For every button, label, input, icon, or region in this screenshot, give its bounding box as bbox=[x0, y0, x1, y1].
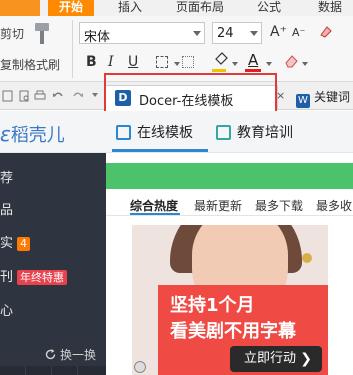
category-banner-bar bbox=[106, 163, 353, 189]
open-file-icon[interactable] bbox=[2, 90, 14, 102]
font-name-value: 宋体 bbox=[84, 30, 111, 45]
print-preview-icon[interactable] bbox=[18, 90, 30, 102]
refresh-label: 换一换 bbox=[60, 348, 97, 362]
sidebar-footer-segment bbox=[52, 366, 78, 375]
chevron-down-icon[interactable] bbox=[174, 62, 180, 66]
sort-tab-popularity[interactable]: 综合热度 bbox=[130, 197, 178, 214]
chevron-down-icon[interactable] bbox=[232, 62, 238, 66]
italic-button[interactable]: I bbox=[108, 54, 114, 70]
format-painter-icon[interactable] bbox=[31, 22, 53, 46]
clear-format-icon[interactable] bbox=[318, 24, 334, 40]
template-icon bbox=[116, 125, 131, 140]
decrease-font-size-button[interactable]: A⁻ bbox=[292, 26, 305, 39]
tab-page-layout[interactable]: 页面布局 bbox=[176, 0, 224, 16]
tab-keyword[interactable]: W 关键词 bbox=[296, 88, 350, 108]
chevron-down-icon bbox=[193, 31, 201, 36]
promo-banner[interactable]: 坚持1个月 看美剧不用字幕 立即行动 ❯ bbox=[132, 225, 328, 375]
app-menu-button[interactable] bbox=[0, 0, 40, 16]
earring-graphic bbox=[302, 253, 312, 263]
sort-tab-downloads[interactable]: 最多下载 bbox=[255, 197, 303, 214]
underline-button[interactable]: U bbox=[128, 54, 138, 70]
promo-badge: 年终特惠 bbox=[17, 270, 68, 285]
print-icon[interactable] bbox=[34, 90, 46, 102]
sidebar-item-boutique[interactable]: 品 bbox=[0, 199, 13, 218]
ribbon-divider bbox=[72, 20, 73, 78]
nav-label: 教育培训 bbox=[237, 125, 293, 141]
act-now-label: 立即行动 bbox=[244, 351, 297, 366]
merge-cells-icon[interactable] bbox=[182, 56, 194, 68]
chevron-down-icon[interactable] bbox=[92, 93, 98, 97]
sidebar-item-periodical[interactable]: 刊年终特惠 bbox=[0, 266, 68, 285]
eraser-icon[interactable] bbox=[284, 53, 300, 69]
sort-tab-latest[interactable]: 最新更新 bbox=[194, 197, 242, 214]
wps-doc-icon: W bbox=[296, 94, 310, 108]
font-size-value: 24 bbox=[217, 26, 234, 41]
sort-divider bbox=[106, 215, 353, 216]
cut-button[interactable]: 剪切 bbox=[0, 25, 24, 42]
sidebar-item-label: 荐 bbox=[0, 171, 14, 186]
tab-data[interactable]: 数据 bbox=[318, 0, 342, 16]
carousel-dot-icon[interactable] bbox=[134, 361, 146, 373]
sidebar-item-label: 刊 bbox=[0, 270, 14, 285]
category-sidebar: 荐 品 实4 刊年终特惠 心 换一换 bbox=[0, 153, 106, 375]
copy-button[interactable]: 复制 bbox=[0, 56, 24, 73]
book-icon bbox=[216, 125, 231, 140]
font-color-button[interactable]: A bbox=[248, 51, 258, 69]
undo-icon[interactable] bbox=[52, 90, 64, 102]
font-name-select[interactable]: 宋体 bbox=[79, 22, 205, 45]
sidebar-item-label: 品 bbox=[0, 203, 14, 218]
sidebar-item-label: 实 bbox=[0, 236, 14, 251]
sidebar-item-heart[interactable]: 心 bbox=[0, 300, 13, 319]
chevron-down-icon[interactable] bbox=[302, 62, 308, 66]
refresh-icon bbox=[45, 349, 56, 360]
increase-font-size-button[interactable]: A⁺ bbox=[270, 24, 287, 40]
chevron-right-icon: ❯ bbox=[300, 351, 312, 367]
docer-logo[interactable]: ε稻壳儿 bbox=[0, 121, 65, 147]
font-color-swatch bbox=[245, 69, 261, 72]
redo-icon[interactable] bbox=[72, 90, 84, 102]
count-badge: 4 bbox=[17, 237, 31, 251]
chevron-down-icon bbox=[250, 31, 258, 36]
bold-button[interactable]: B bbox=[86, 54, 97, 70]
docer-brand-name: 稻壳儿 bbox=[10, 125, 65, 146]
format-painter-button[interactable]: 格式刷 bbox=[24, 56, 60, 73]
act-now-button[interactable]: 立即行动 ❯ bbox=[230, 346, 322, 372]
tab-formulas[interactable]: 公式 bbox=[257, 0, 281, 16]
nav-online-templates[interactable]: 在线模板 bbox=[116, 122, 193, 142]
fill-color-icon[interactable] bbox=[214, 52, 230, 66]
banner-subheadline: 看美剧不用字幕 bbox=[170, 321, 296, 342]
active-nav-indicator bbox=[112, 149, 208, 152]
sidebar-footer-segment bbox=[0, 366, 26, 375]
highlight-annotation bbox=[104, 73, 277, 115]
sidebar-item-practical[interactable]: 实4 bbox=[0, 232, 31, 251]
sidebar-footer bbox=[0, 366, 106, 375]
sidebar-item-label: 心 bbox=[0, 304, 14, 319]
banner-headline: 坚持1个月 bbox=[170, 295, 255, 316]
sort-tab-favorites[interactable]: 最多收 bbox=[316, 197, 352, 214]
docer-logo-mark: ε bbox=[0, 122, 11, 146]
fill-color-swatch bbox=[212, 69, 226, 72]
refresh-button[interactable]: 换一换 bbox=[44, 346, 96, 363]
docer-header: ε稻壳儿 在线模板 教育培训 bbox=[0, 111, 353, 153]
menu-bar: 开始 插入 页面布局 公式 数据 bbox=[0, 0, 353, 16]
template-content: 综合热度 最新更新 最多下载 最多收 坚持1个月 看美剧不用字幕 立即行动 ❯ bbox=[106, 153, 353, 375]
sidebar-footer-segment bbox=[26, 366, 52, 375]
sidebar-item-recommend[interactable]: 荐 bbox=[0, 167, 13, 186]
font-size-select[interactable]: 24 bbox=[212, 22, 262, 44]
chevron-down-icon[interactable] bbox=[266, 62, 272, 66]
nav-label: 在线模板 bbox=[137, 125, 193, 141]
border-icon[interactable] bbox=[156, 56, 168, 68]
nav-education-training[interactable]: 教育培训 bbox=[216, 122, 293, 142]
keyword-tab-label: 关键词 bbox=[314, 90, 351, 104]
close-tab-button[interactable]: × bbox=[276, 89, 285, 102]
tab-insert[interactable]: 插入 bbox=[118, 0, 142, 16]
tab-home[interactable]: 开始 bbox=[48, 0, 94, 16]
